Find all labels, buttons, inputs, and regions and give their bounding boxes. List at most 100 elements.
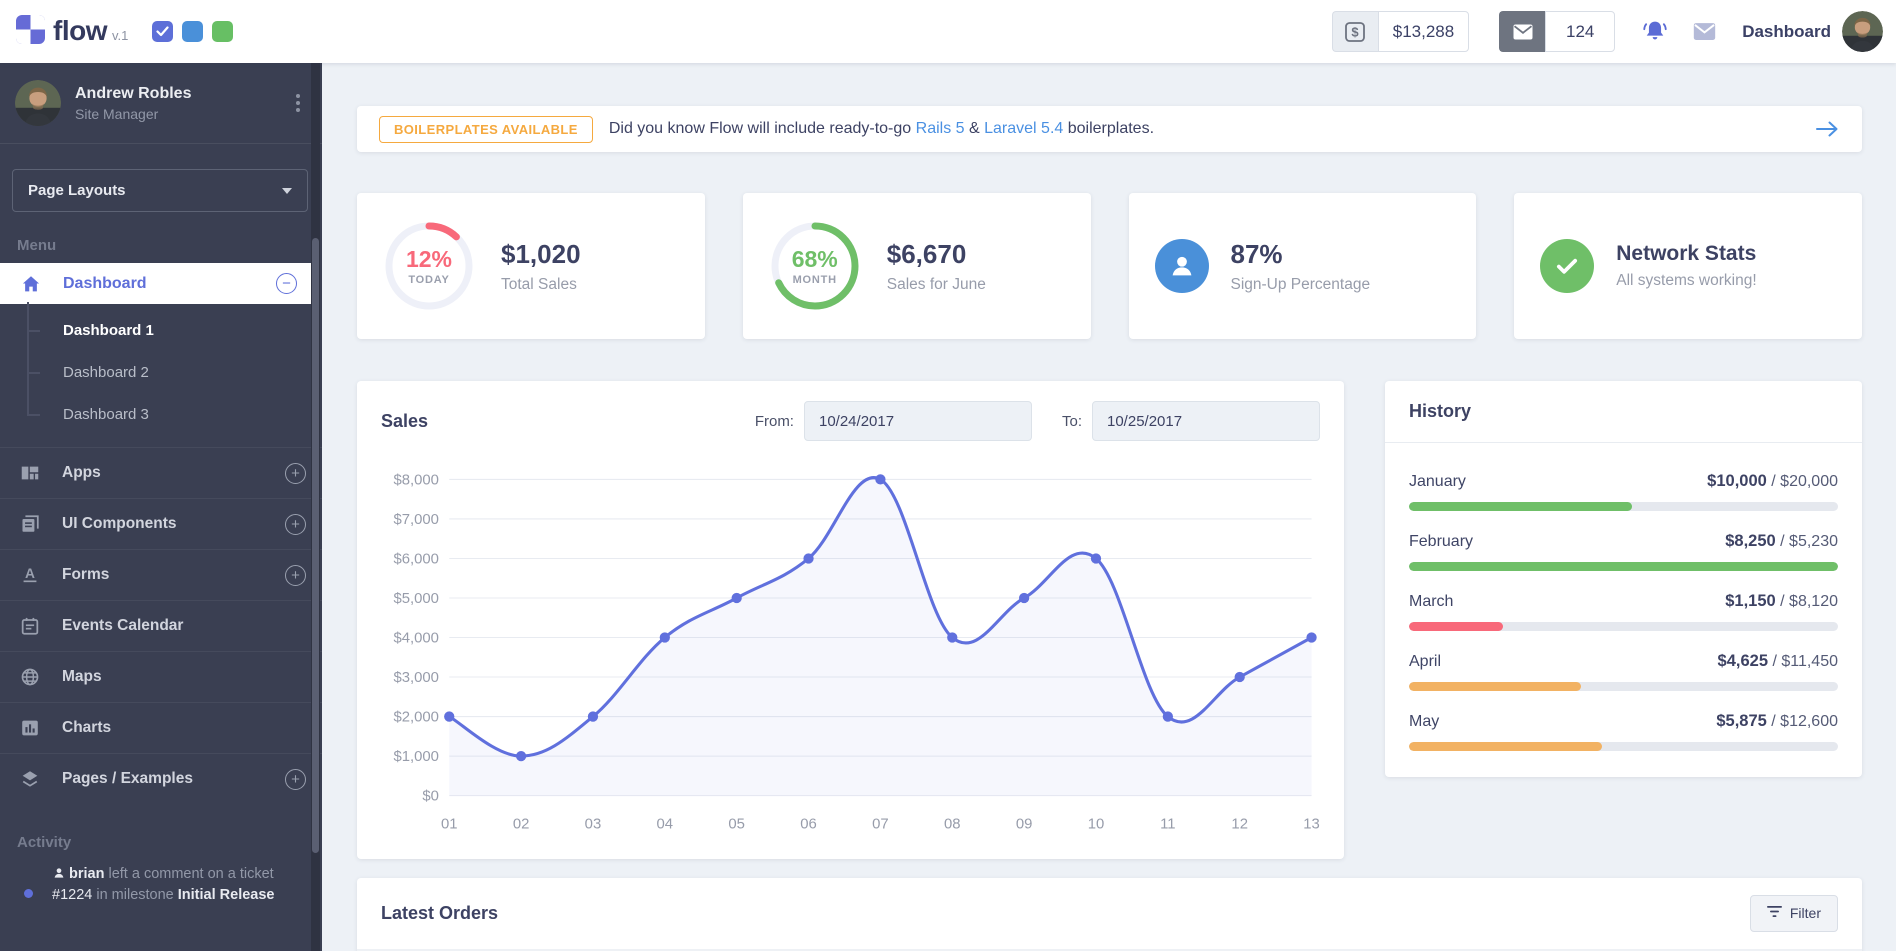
page-layouts-select[interactable]: Page Layouts bbox=[12, 169, 308, 212]
menu-section-label: Menu bbox=[17, 237, 57, 254]
user-circle-icon bbox=[1154, 239, 1209, 293]
mail-icon[interactable] bbox=[1691, 18, 1718, 45]
sidebar-user-avatar[interactable] bbox=[15, 80, 61, 126]
svg-text:$3,000: $3,000 bbox=[393, 670, 439, 686]
alert-text-before: Did you know Flow will include ready-to-… bbox=[608, 120, 912, 137]
sidebar-item-label: Forms bbox=[62, 566, 110, 583]
svg-text:01: 01 bbox=[441, 816, 458, 832]
stats-row: 12% TODAY $1,020 Total Sales 68% MONTH $6,… bbox=[357, 193, 1862, 339]
expand-plus-icon[interactable]: + bbox=[285, 513, 306, 535]
alert-badge: BOILERPLATES AVAILABLE bbox=[379, 115, 593, 143]
sales-line-chart: $0 $1,000 $2,000 $3,000 $4,000 $5,000 $6,000 $7… bbox=[393, 473, 1319, 833]
ui-icon bbox=[18, 512, 42, 536]
history-month: May bbox=[1409, 713, 1440, 730]
activity-item[interactable]: brian left a comment on a ticket #1224 i… bbox=[0, 863, 322, 905]
apps-icon bbox=[18, 461, 42, 485]
svg-text:$6,000: $6,000 bbox=[393, 552, 439, 568]
activity-text2: in milestone bbox=[96, 887, 174, 903]
stat-label: Sales for June bbox=[886, 275, 986, 293]
checked-checkbox-chip[interactable] bbox=[152, 21, 174, 42]
page-layouts-label: Page Layouts bbox=[28, 182, 126, 199]
person-icon bbox=[52, 866, 66, 886]
svg-text:10: 10 bbox=[1088, 816, 1105, 832]
sales-chart: $0 $1,000 $2,000 $3,000 $4,000 $5,000 $6,000 $7… bbox=[357, 461, 1344, 859]
notifications-bell-icon[interactable] bbox=[1641, 18, 1669, 46]
stat-label: Sign-Up Percentage bbox=[1230, 275, 1371, 293]
sidebar-item-label: Dashboard bbox=[63, 274, 147, 292]
sales-title: Sales bbox=[381, 410, 429, 431]
sidebar-item-label: Apps bbox=[62, 464, 101, 481]
dollar-icon: $ bbox=[1331, 11, 1378, 52]
expand-plus-icon[interactable]: + bbox=[285, 462, 306, 484]
sidebar-subitem-dashboard-2[interactable]: Dashboard 2 bbox=[0, 351, 322, 393]
sidebar-item-dashboard[interactable]: Dashboard − bbox=[0, 263, 311, 304]
sidebar-item-maps[interactable]: Maps bbox=[0, 651, 322, 702]
svg-text:02: 02 bbox=[513, 816, 530, 832]
user-avatar[interactable] bbox=[1842, 11, 1883, 52]
color-chip[interactable] bbox=[182, 21, 204, 42]
messages-count: 124 bbox=[1545, 11, 1616, 52]
history-values: $4,625 / $11,450 bbox=[1717, 652, 1838, 670]
activity-milestone: Initial Release bbox=[177, 887, 275, 903]
chevron-down-icon bbox=[282, 187, 292, 194]
sidebar-subitem-dashboard-1[interactable]: Dashboard 1 bbox=[0, 309, 322, 351]
history-row-march: March $1,150 / $8,120 bbox=[1409, 592, 1838, 631]
from-date-input[interactable] bbox=[803, 401, 1032, 441]
svg-text:06: 06 bbox=[800, 816, 817, 832]
sidebar-item-forms[interactable]: A Forms + bbox=[0, 549, 322, 600]
check-circle-icon bbox=[1540, 239, 1595, 293]
history-progress-fill bbox=[1409, 562, 1838, 571]
color-chip[interactable] bbox=[212, 21, 234, 42]
brand-name: flow bbox=[53, 14, 108, 46]
arrow-right-icon[interactable] bbox=[1814, 118, 1840, 140]
balance-value: $13,288 bbox=[1377, 11, 1470, 52]
current-page-label: Dashboard bbox=[1742, 21, 1831, 41]
sidebar-item-ui-components[interactable]: UI Components + bbox=[0, 498, 322, 549]
history-progress-track bbox=[1409, 502, 1838, 511]
brand[interactable]: flow v.1 bbox=[16, 14, 128, 49]
balance-widget: $ $13,288 bbox=[1331, 11, 1470, 52]
history-values: $8,250 / $5,230 bbox=[1725, 532, 1838, 550]
latest-orders-panel: Latest Orders Filter #DATEDESCRIPTIONCLI… bbox=[357, 877, 1862, 951]
svg-text:$2,000: $2,000 bbox=[393, 710, 439, 726]
user-menu-kebab-icon[interactable] bbox=[292, 90, 304, 116]
sidebar: Andrew Robles Site Manager Page Layouts … bbox=[0, 63, 322, 951]
history-month: April bbox=[1409, 653, 1442, 670]
sidebar-item-charts[interactable]: Charts bbox=[0, 702, 322, 753]
ring-percent: 12% bbox=[405, 246, 453, 272]
svg-text:$4,000: $4,000 bbox=[393, 631, 439, 647]
history-progress-track bbox=[1409, 742, 1838, 751]
stat-value: 87% bbox=[1230, 238, 1283, 269]
collapse-icon[interactable]: − bbox=[276, 273, 297, 294]
activity-ticket: #1224 bbox=[52, 887, 93, 903]
stat-value: $1,020 bbox=[501, 238, 581, 269]
flow-logo-icon bbox=[16, 14, 45, 49]
svg-text:07: 07 bbox=[872, 816, 889, 832]
forms-icon: A bbox=[18, 563, 42, 587]
sidebar-subitem-dashboard-3[interactable]: Dashboard 3 bbox=[0, 393, 322, 435]
sidebar-item-label: UI Components bbox=[62, 515, 177, 532]
sidebar-user-block: Andrew Robles Site Manager bbox=[0, 63, 322, 144]
rails-link[interactable]: Rails 5 bbox=[916, 120, 965, 137]
progress-ring: 68% MONTH bbox=[769, 220, 861, 312]
stat-card-network: Network Stats All systems working! bbox=[1514, 193, 1862, 339]
expand-plus-icon[interactable]: + bbox=[285, 564, 306, 586]
svg-text:03: 03 bbox=[585, 816, 602, 832]
history-progress-fill bbox=[1409, 502, 1633, 511]
home-icon bbox=[19, 272, 43, 296]
sidebar-item-pages-examples[interactable]: Pages / Examples + bbox=[0, 753, 322, 804]
to-date-input[interactable] bbox=[1092, 401, 1320, 441]
sidebar-scrollbar-thumb[interactable] bbox=[312, 238, 319, 853]
calendar-icon bbox=[18, 614, 42, 638]
history-values: $1,150 / $8,120 bbox=[1725, 592, 1838, 610]
layers-icon bbox=[18, 767, 42, 791]
sidebar-item-apps[interactable]: Apps + bbox=[0, 447, 322, 498]
filter-button[interactable]: Filter bbox=[1749, 894, 1838, 932]
history-progress-track bbox=[1409, 682, 1838, 691]
expand-plus-icon[interactable]: + bbox=[285, 768, 306, 790]
from-label: From: bbox=[754, 412, 794, 430]
laravel-link[interactable]: Laravel 5.4 bbox=[984, 120, 1063, 137]
stat-label: Total Sales bbox=[501, 275, 577, 293]
history-row-may: May $5,875 / $12,600 bbox=[1409, 712, 1838, 751]
sidebar-item-events-calendar[interactable]: Events Calendar bbox=[0, 600, 322, 651]
